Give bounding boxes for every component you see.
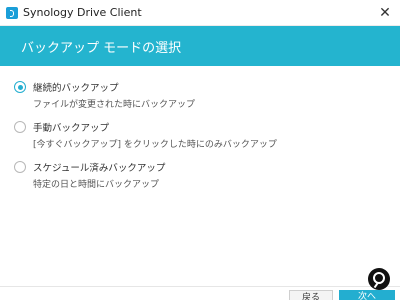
option-label: 手動バックアップ <box>33 123 110 134</box>
search-icon[interactable] <box>368 268 390 290</box>
radio-continuous-backup[interactable] <box>14 81 26 93</box>
page-title: バックアップ モードの選択 <box>21 41 182 56</box>
synology-drive-icon <box>6 7 18 19</box>
window-title: Synology Drive Client <box>23 6 142 19</box>
title-bar: Synology Drive Client ✕ <box>0 0 400 26</box>
next-button[interactable]: 次へ <box>339 290 395 300</box>
option-label: 継続的バックアップ <box>33 83 119 94</box>
footer-divider <box>0 286 400 287</box>
option-description: [今すぐバックアップ] をクリックした時にのみバックアップ <box>33 140 277 150</box>
option-manual-backup[interactable]: 手動バックアップ [今すぐバックアップ] をクリックした時にのみバックアップ <box>0 121 400 157</box>
back-button[interactable]: 戻る <box>289 290 333 300</box>
radio-scheduled-backup[interactable] <box>14 161 26 173</box>
radio-manual-backup[interactable] <box>14 121 26 133</box>
option-continuous-backup[interactable]: 継続的バックアップ ファイルが変更された時にバックアップ <box>0 81 400 117</box>
option-description: 特定の日と時間にバックアップ <box>33 180 160 190</box>
radio-selected-dot <box>17 84 23 90</box>
option-label: スケジュール済みバックアップ <box>33 163 166 174</box>
option-description: ファイルが変更された時にバックアップ <box>33 100 196 110</box>
option-scheduled-backup[interactable]: スケジュール済みバックアップ 特定の日と時間にバックアップ <box>0 161 400 197</box>
close-button[interactable]: ✕ <box>376 4 394 22</box>
header-banner: バックアップ モードの選択 <box>0 26 400 66</box>
